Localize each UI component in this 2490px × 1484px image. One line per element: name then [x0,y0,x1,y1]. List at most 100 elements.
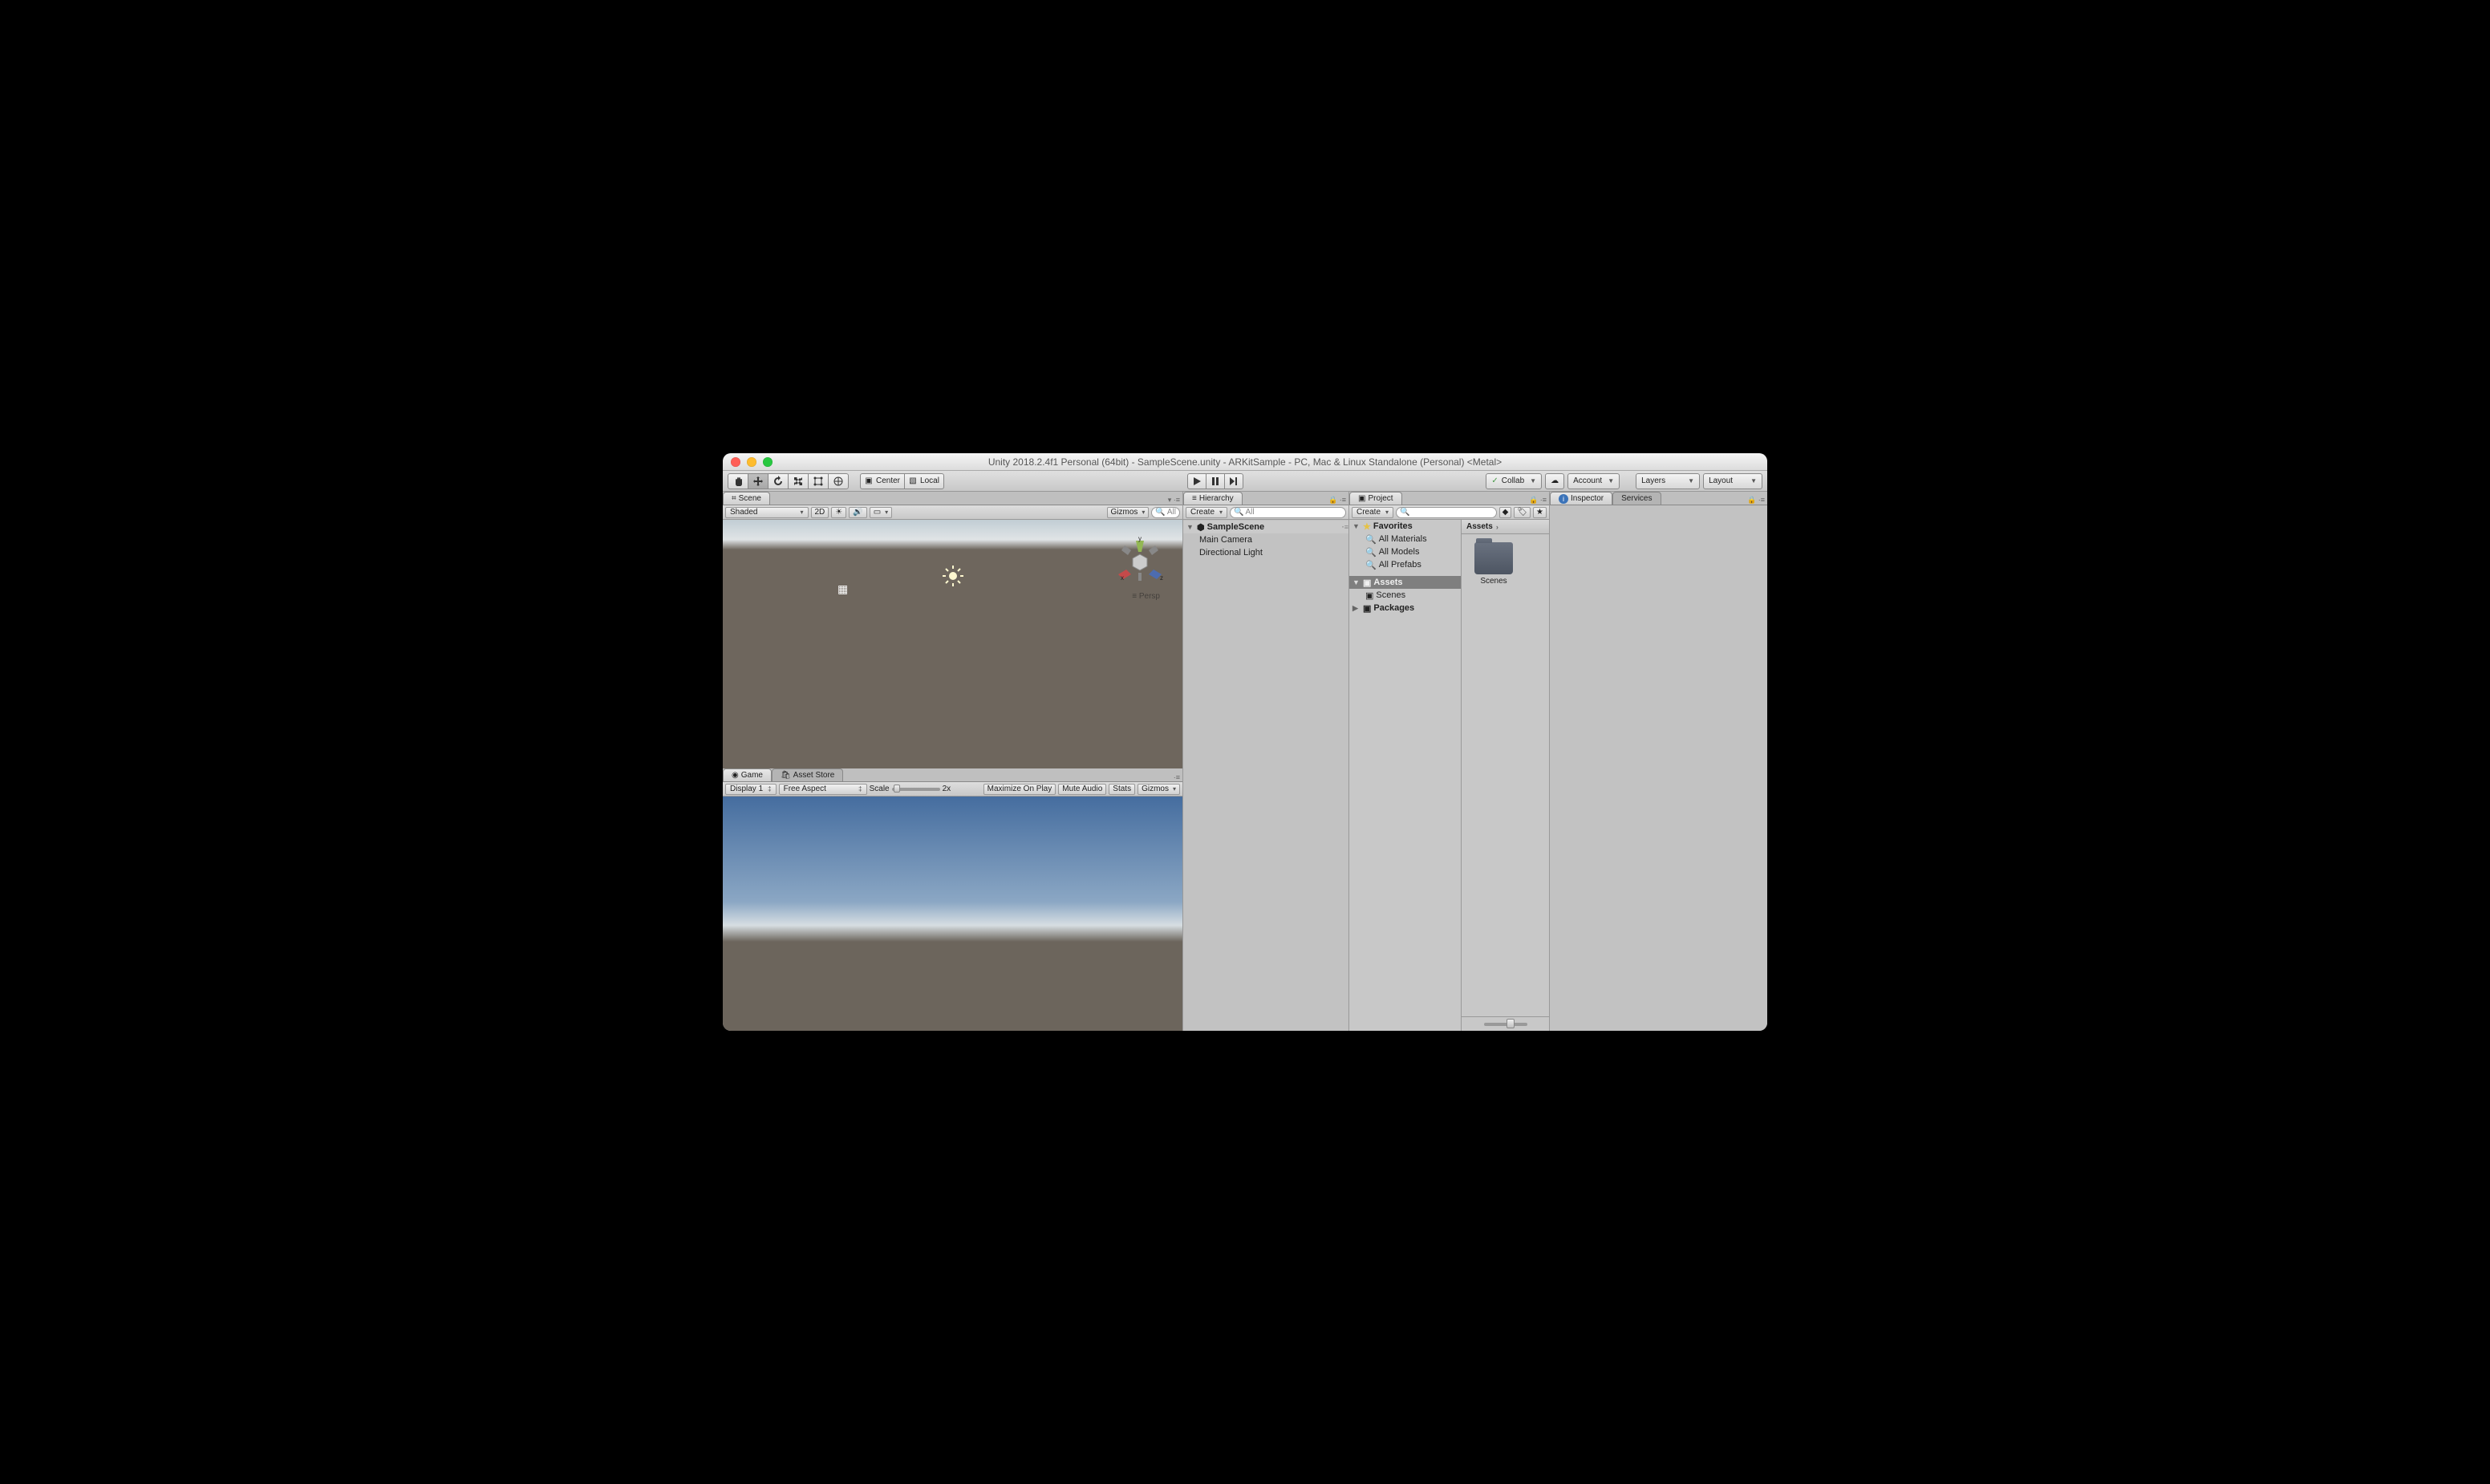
star-icon: ★ [1363,521,1371,532]
filter-by-label-button[interactable]: 🏷 [1514,507,1531,518]
hierarchy-toolbar: Create▾ 🔍All [1183,505,1348,520]
close-window-button[interactable] [731,457,740,467]
chevron-down-icon: ▼ [1352,578,1361,586]
search-icon: 🔍 [1234,508,1243,517]
favorite-item[interactable]: 🔍All Models [1349,545,1461,558]
project-panel-options[interactable]: 🔒 ·≡ [1529,496,1547,505]
project-search[interactable]: 🔍 [1396,507,1497,518]
pivot-mode-button[interactable]: ▣Center [860,473,905,489]
tab-game[interactable]: ◉Game [723,768,772,781]
shading-mode-dropdown[interactable]: Shaded▾ [725,507,809,518]
hierarchy-tabbar: ≡Hierarchy 🔒 ·≡ [1183,492,1348,505]
hierarchy-panel-options[interactable]: 🔒 ·≡ [1328,496,1346,505]
2d-toggle[interactable]: 2D [811,507,829,518]
scene-options-icon[interactable]: ·≡ [1342,523,1348,531]
folder-scenes[interactable]: ▣Scenes [1349,589,1461,602]
window-title: Unity 2018.2.4f1 Personal (64bit) - Samp… [723,456,1767,468]
unity-icon: ⬢ [1197,522,1205,533]
chevron-down-icon: ▼ [1352,522,1361,530]
asset-folder-scenes[interactable]: Scenes [1470,542,1518,586]
search-icon: 🔍 [1400,508,1409,517]
pause-button[interactable] [1206,473,1225,489]
tab-project[interactable]: ▣Project [1349,492,1402,505]
orientation-gizmo[interactable]: x z y [1112,534,1168,590]
project-toolbar: Create▾ 🔍 ◆ 🏷 ★ [1349,505,1549,520]
tab-scene[interactable]: ⌗ Scene [723,492,770,505]
assets-root[interactable]: ▼ ▣ Assets [1349,576,1461,589]
space-mode-button[interactable]: ▧Local [904,473,944,489]
favorites-header[interactable]: ▼ ★ Favorites [1349,520,1461,533]
scale-label: Scale [870,785,890,793]
aspect-dropdown[interactable]: Free Aspect‡ [779,784,867,795]
hierarchy-search[interactable]: 🔍All [1230,507,1346,518]
store-icon: 🛍 [781,771,791,780]
search-icon: 🔍 [1365,547,1377,558]
rect-tool-button[interactable] [808,473,829,489]
game-icon: ◉ [732,771,739,780]
packages-root[interactable]: ▶ ▣ Packages [1349,602,1461,614]
search-icon: 🔍 [1365,560,1377,570]
hierarchy-item-light[interactable]: Directional Light [1183,546,1348,559]
game-panel-options[interactable]: ·≡ [1174,773,1180,781]
hierarchy-item-camera[interactable]: Main Camera [1183,533,1348,546]
hand-tool-button[interactable] [728,473,748,489]
project-assets-area: Assets› Scenes [1462,520,1549,1031]
step-button[interactable] [1224,473,1243,489]
inspector-panel: iInspector Services 🔒 ·≡ [1550,492,1767,1031]
favorite-item[interactable]: 🔍All Materials [1349,533,1461,545]
tab-asset-store[interactable]: 🛍Asset Store [772,768,843,781]
save-search-button[interactable]: ★ [1533,507,1547,518]
tab-hierarchy[interactable]: ≡Hierarchy [1183,492,1243,505]
stats-toggle[interactable]: Stats [1109,784,1135,795]
layout-button[interactable]: Layout▼ [1703,473,1762,489]
center-icon: ▣ [865,477,873,485]
folder-icon: ▣ [1363,578,1371,588]
folder-icon: ▣ [1358,494,1365,503]
favorite-item[interactable]: 🔍All Prefabs [1349,558,1461,571]
game-tabbar: ◉Game 🛍Asset Store ·≡ [723,768,1182,782]
mute-audio-toggle[interactable]: Mute Audio [1058,784,1106,795]
gizmos-dropdown[interactable]: Gizmos▾ [1107,507,1150,518]
scene-viewport[interactable]: ▦ x z y ≡ Persp [723,520,1182,768]
perspective-label[interactable]: ≡ Persp [1132,592,1160,601]
scene-search[interactable]: 🔍All [1151,507,1180,518]
asset-grid[interactable]: Scenes [1462,534,1549,1016]
lighting-toggle[interactable]: ☀ [831,507,846,518]
info-icon: i [1559,494,1568,504]
hierarchy-create-dropdown[interactable]: Create▾ [1186,507,1227,518]
game-viewport[interactable] [723,797,1182,1031]
grid-size-slider[interactable] [1484,1023,1527,1026]
display-dropdown[interactable]: Display 1‡ [725,784,777,795]
game-gizmos-dropdown[interactable]: Gizmos▾ [1138,784,1180,795]
cloud-button[interactable]: ☁ [1545,473,1564,489]
project-breadcrumb[interactable]: Assets› [1462,520,1549,534]
account-button[interactable]: Account▼ [1567,473,1620,489]
hierarchy-scene-row[interactable]: ▼ ⬢ SampleScene ·≡ [1183,521,1348,533]
audio-toggle[interactable]: 🔊 [849,507,866,518]
project-folder-tree: ▼ ★ Favorites 🔍All Materials 🔍All Models… [1349,520,1462,1031]
inspector-panel-options[interactable]: 🔒 ·≡ [1747,496,1765,505]
project-create-dropdown[interactable]: Create▾ [1352,507,1393,518]
rotate-tool-button[interactable] [768,473,789,489]
play-button[interactable] [1187,473,1206,489]
filter-by-type-button[interactable]: ◆ [1499,507,1512,518]
tab-services[interactable]: Services [1612,492,1661,505]
move-tool-button[interactable] [748,473,768,489]
layers-button[interactable]: Layers▼ [1636,473,1700,489]
maximize-window-button[interactable] [763,457,773,467]
grid-size-slider-row [1462,1016,1549,1031]
chevron-down-icon: ▼ [1186,523,1194,531]
scale-slider[interactable] [892,788,940,791]
transform-tool-button[interactable] [828,473,849,489]
scale-tool-button[interactable] [788,473,809,489]
tab-inspector[interactable]: iInspector [1550,492,1612,505]
camera-gizmo[interactable]: ▦ [837,582,848,596]
svg-text:z: z [1160,574,1163,582]
directional-light-gizmo[interactable] [942,565,964,587]
effects-dropdown[interactable]: ▭▾ [870,507,892,518]
maximize-on-play-toggle[interactable]: Maximize On Play [983,784,1056,795]
minimize-window-button[interactable] [747,457,756,467]
collab-button[interactable]: ✓Collab▼ [1486,473,1542,489]
scene-panel-options[interactable]: ▾ ·≡ [1168,496,1180,505]
hierarchy-panel: ≡Hierarchy 🔒 ·≡ Create▾ 🔍All ▼ ⬢ SampleS… [1183,492,1349,1031]
